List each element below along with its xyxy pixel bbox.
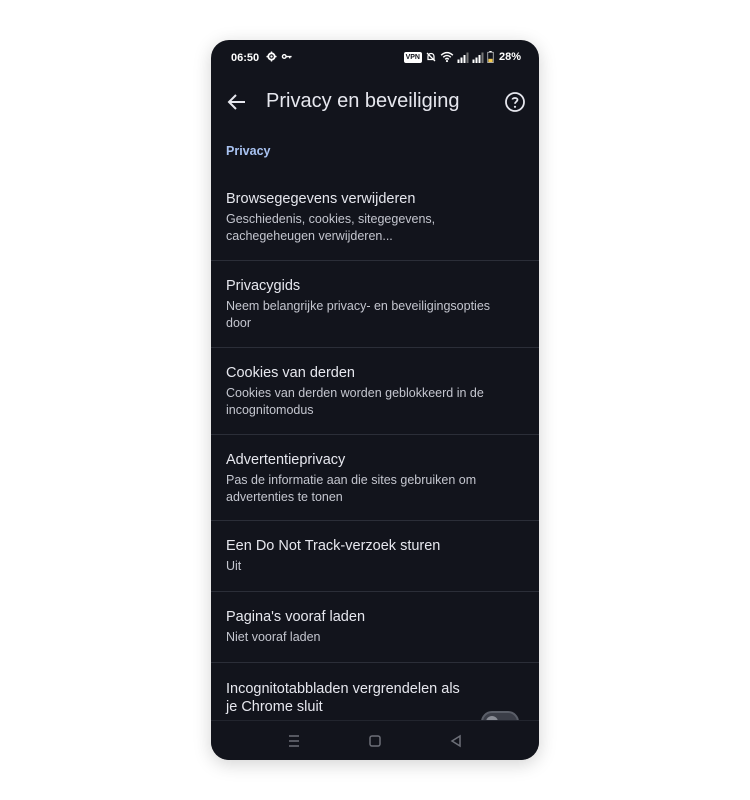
setting-third-party-cookies[interactable]: Cookies van derden Cookies van derden wo… xyxy=(211,348,539,435)
setting-subtitle: Niet vooraf laden xyxy=(226,630,321,644)
setting-subtitle: Neem belangrijke privacy- en beveiliging… xyxy=(226,299,491,330)
status-bar: 06:50 VPN 28% xyxy=(211,40,539,76)
setting-subtitle: Cookies van derden worden geblokkeerd in… xyxy=(226,386,484,417)
settings-list: Browsegegevens verwijderen Geschiedenis,… xyxy=(211,170,539,733)
setting-title: Cookies van derden xyxy=(226,365,355,381)
back-triangle-icon xyxy=(450,734,461,748)
wifi-icon xyxy=(440,51,454,63)
setting-title: Een Do Not Track-verzoek sturen xyxy=(226,538,441,554)
setting-clear-browsing-data[interactable]: Browsegegevens verwijderen Geschiedenis,… xyxy=(211,170,539,261)
help-circle-icon xyxy=(505,92,525,112)
setting-title: Privacygids xyxy=(226,278,301,294)
status-time: 06:50 xyxy=(231,52,260,64)
setting-privacy-guide[interactable]: Privacygids Neem belangrijke privacy- en… xyxy=(211,261,539,348)
signal-icon-1 xyxy=(457,52,469,63)
notifications-off-icon xyxy=(426,52,436,62)
setting-title: Advertentieprivacy xyxy=(226,452,346,468)
setting-preload-pages[interactable]: Pagina's vooraf laden Niet vooraf laden xyxy=(211,592,539,663)
settings-gear-icon xyxy=(266,51,277,62)
phone-screen: 06:50 VPN 28% Privacy en beveiliging Pri… xyxy=(211,40,539,760)
back-nav-button[interactable] xyxy=(446,731,466,751)
home-square-icon xyxy=(369,735,381,747)
setting-subtitle: Pas de informatie aan die sites gebruike… xyxy=(226,473,477,504)
setting-title: Browsegegevens verwijderen xyxy=(226,191,416,207)
setting-subtitle: Geschiedenis, cookies, sitegegevens, cac… xyxy=(226,212,436,243)
signal-icon-2 xyxy=(472,52,484,63)
arrow-left-icon xyxy=(227,94,245,110)
status-left-icons xyxy=(266,51,293,62)
setting-title: Incognitotabbladen vergrendelen als je C… xyxy=(226,681,460,715)
home-button[interactable] xyxy=(365,731,385,751)
section-header-privacy: Privacy xyxy=(226,144,271,158)
battery-icon xyxy=(487,51,494,63)
setting-subtitle: Uit xyxy=(226,559,242,573)
recent-apps-icon xyxy=(289,735,299,747)
recent-apps-button[interactable] xyxy=(284,731,304,751)
vpn-badge: VPN xyxy=(403,51,422,63)
page-title: Privacy en beveiliging xyxy=(266,90,460,112)
back-button[interactable] xyxy=(225,90,249,114)
key-icon xyxy=(281,53,292,60)
setting-title: Pagina's vooraf laden xyxy=(226,609,366,625)
system-nav-bar xyxy=(211,720,539,760)
setting-do-not-track[interactable]: Een Do Not Track-verzoek sturen Uit xyxy=(211,521,539,592)
status-right-icons: VPN 28% xyxy=(403,51,521,63)
setting-ad-privacy[interactable]: Advertentieprivacy Pas de informatie aan… xyxy=(211,435,539,521)
app-bar: Privacy en beveiliging xyxy=(211,76,539,132)
battery-percentage: 28% xyxy=(498,51,521,63)
help-button[interactable] xyxy=(503,90,527,114)
